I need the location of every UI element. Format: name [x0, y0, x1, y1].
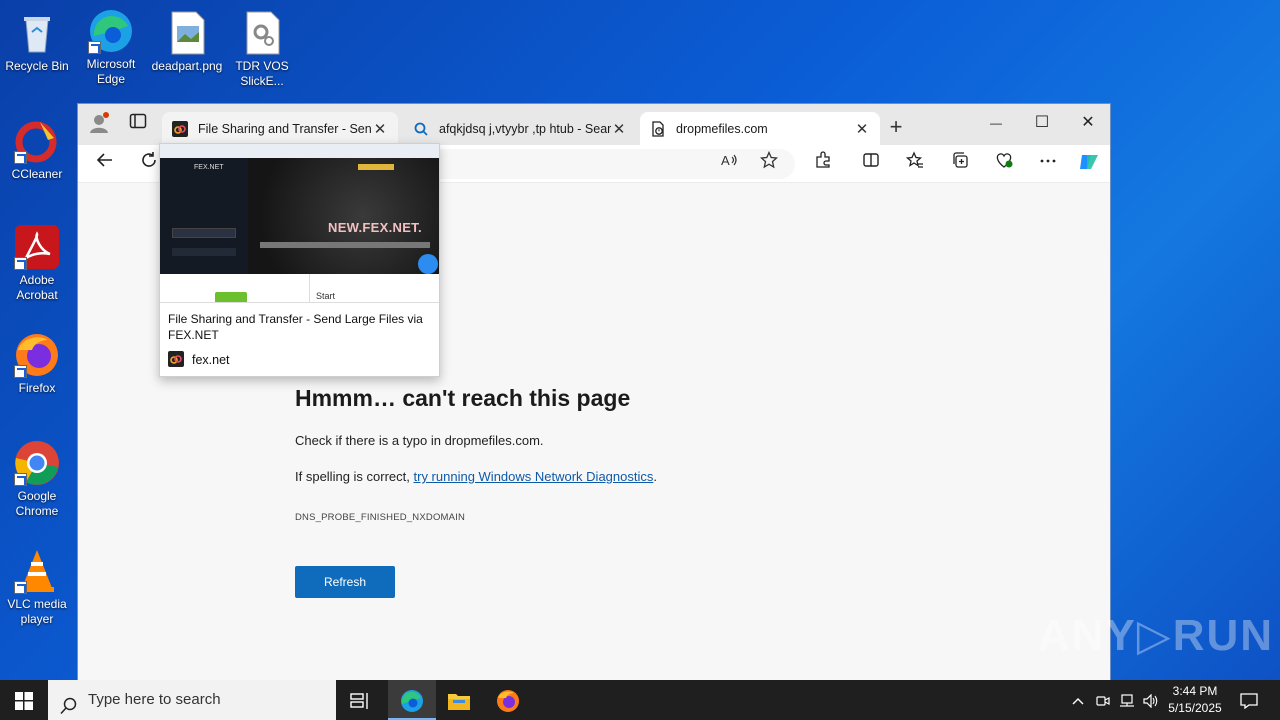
desktop-icon-label: Google Chrome	[15, 489, 59, 518]
anyrun-watermark: ANY▷RUN	[1038, 611, 1275, 660]
vertical-tabs-icon[interactable]	[125, 112, 151, 138]
volume-icon[interactable]	[1140, 680, 1162, 720]
favorites-icon[interactable]	[902, 151, 928, 177]
desktop-icon-edge[interactable]: Microsoft Edge	[74, 8, 148, 87]
diagnostics-suffix: .	[653, 469, 657, 484]
close-window-button[interactable]: ✕	[1065, 108, 1111, 138]
image-file-icon	[164, 10, 210, 56]
taskbar-file-explorer-icon[interactable]	[437, 680, 481, 720]
notifications-icon[interactable]	[1234, 680, 1264, 720]
ccleaner-icon	[14, 118, 60, 164]
back-icon[interactable]	[92, 151, 118, 177]
desktop-icon-firefox[interactable]: Firefox	[0, 332, 74, 396]
thumbnail-hero	[248, 158, 439, 274]
error-diagnostics-hint: If spelling is correct, try running Wind…	[295, 469, 657, 484]
maximize-button[interactable]: ☐	[1019, 108, 1065, 138]
desktop-icon-label: Microsoft Edge	[86, 57, 136, 86]
error-code: DNS_PROBE_FINISHED_NXDOMAIN	[295, 512, 466, 523]
desktop-icon-acrobat[interactable]: Adobe Acrobat	[0, 224, 74, 303]
desktop-icon-deadpart[interactable]: deadpart.png	[150, 10, 224, 74]
desktop-icon-label: VLC media player	[7, 597, 67, 626]
copilot-icon[interactable]	[1076, 151, 1102, 177]
start-button[interactable]	[0, 680, 48, 720]
refresh-button[interactable]: Refresh	[295, 566, 395, 598]
tab-strip: File Sharing and Transfer - Send L ✕ afq…	[78, 104, 1110, 145]
clock-time: 3:44 PM	[1172, 684, 1218, 698]
fex-favicon-icon	[168, 351, 184, 367]
tab-close-button[interactable]: ✕	[854, 120, 870, 138]
taskbar: Type here to search 3:44 PM 5/15/2025	[0, 680, 1280, 720]
profile-icon[interactable]	[86, 112, 112, 138]
taskbar-clock[interactable]: 3:44 PM 5/15/2025	[1160, 683, 1230, 717]
network-icon[interactable]	[1116, 680, 1138, 720]
search-icon	[60, 691, 78, 720]
browser-essentials-icon[interactable]	[991, 151, 1017, 177]
taskbar-edge-icon[interactable]	[388, 680, 436, 720]
tab-title: dropmefiles.com	[676, 121, 768, 136]
error-typo-hint: Check if there is a typo in dropmefiles.…	[295, 433, 544, 448]
desktop-icon-label: CCleaner	[11, 167, 63, 181]
desktop-icon-label: deadpart.png	[151, 59, 223, 73]
desktop-icon-recycle-bin[interactable]: Recycle Bin	[0, 10, 74, 74]
desktop-icon-label: TDR VOS SlickE...	[235, 59, 289, 88]
thumbnail-hero-text: NEW.FEX.NET.	[328, 220, 422, 235]
thumbnail-brand: FEX.NET	[194, 164, 224, 171]
svg-text:A: A	[721, 153, 730, 168]
folder-icon	[215, 292, 247, 302]
thumbnail-start-text: Start	[316, 291, 336, 301]
desktop-icon-vlc[interactable]: VLC media player	[0, 548, 74, 627]
split-screen-icon[interactable]	[858, 151, 884, 177]
error-title: Hmmm… can't reach this page	[295, 385, 631, 411]
edge-icon	[88, 8, 134, 54]
hover-card-host: fex.net	[192, 353, 230, 367]
desktop-icon-label: Firefox	[18, 381, 56, 395]
desktop-icon-tdr-vos[interactable]: TDR VOS SlickE...	[225, 10, 299, 89]
extensions-icon[interactable]	[810, 151, 836, 177]
thumbnail-footer: Start	[160, 274, 439, 302]
show-hidden-icons-icon[interactable]	[1068, 680, 1088, 720]
favorite-star-icon[interactable]	[756, 150, 782, 177]
tab-search[interactable]: afqkjdsq j,vtyybr ,tp htub - Searc ✕	[403, 112, 637, 145]
mail-icon	[418, 254, 438, 274]
tab-hover-card[interactable]: FEX.NET NEW.FEX.NET. Start File Sharing …	[159, 143, 440, 377]
new-tab-button[interactable]: +	[883, 114, 909, 140]
minimize-button[interactable]: —	[973, 108, 1019, 138]
task-view-icon[interactable]	[340, 680, 380, 720]
tab-close-button[interactable]: ✕	[611, 120, 627, 138]
thumbnail-sidebar: FEX.NET	[160, 158, 248, 274]
desktop-icon-chrome[interactable]: Google Chrome	[0, 440, 74, 519]
desktop-icon-label: Recycle Bin	[5, 59, 69, 73]
collections-icon[interactable]	[947, 151, 973, 177]
meet-now-icon[interactable]	[1092, 680, 1114, 720]
acrobat-icon	[14, 224, 60, 270]
tab-fex[interactable]: File Sharing and Transfer - Send L ✕	[162, 112, 398, 145]
tab-title: afqkjdsq j,vtyybr ,tp htub - Searc	[439, 121, 611, 136]
taskbar-search-box[interactable]: Type here to search	[48, 680, 336, 720]
search-placeholder: Type here to search	[88, 691, 221, 708]
tab-close-button[interactable]: ✕	[372, 120, 388, 138]
taskbar-firefox-icon[interactable]	[486, 680, 530, 720]
fex-favicon-icon	[172, 120, 188, 137]
thumbnail-cookie-banner	[160, 144, 439, 158]
desktop-icon-label: Adobe Acrobat	[16, 273, 58, 302]
vlc-icon	[14, 548, 60, 594]
tab-preview-thumbnail: FEX.NET NEW.FEX.NET. Start	[160, 144, 439, 302]
network-diagnostics-link[interactable]: try running Windows Network Diagnostics	[414, 469, 654, 484]
page-error-favicon-icon	[650, 120, 666, 137]
recycle-bin-icon	[14, 10, 60, 56]
diagnostics-prefix: If spelling is correct,	[295, 469, 414, 484]
desktop-icon-ccleaner[interactable]: CCleaner	[0, 118, 74, 182]
tab-dropmefiles[interactable]: dropmefiles.com ✕	[640, 112, 880, 145]
search-favicon-icon	[413, 121, 429, 137]
clock-date: 5/15/2025	[1168, 701, 1222, 715]
tab-title: File Sharing and Transfer - Send L	[198, 121, 372, 136]
more-options-icon[interactable]	[1035, 151, 1061, 177]
read-aloud-icon[interactable]: A	[716, 151, 742, 177]
chrome-icon	[14, 440, 60, 486]
settings-file-icon	[239, 10, 285, 56]
firefox-icon	[14, 332, 60, 378]
hover-card-title: File Sharing and Transfer - Send Large F…	[168, 312, 423, 342]
